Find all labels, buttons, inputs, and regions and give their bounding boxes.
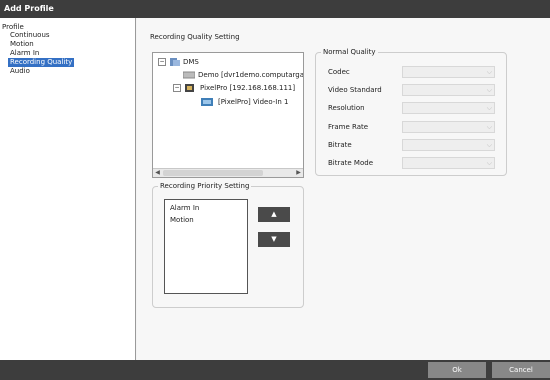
nav-item-audio[interactable]: Audio	[8, 67, 32, 76]
chevron-down-icon: ⌵	[486, 159, 492, 167]
collapse-icon[interactable]: −	[173, 84, 181, 92]
video-standard-label: Video Standard	[328, 86, 382, 94]
tree-label-channel: [PixelPro] Video-In 1	[218, 98, 289, 106]
dvr-icon	[183, 71, 195, 79]
ok-button[interactable]: Ok	[428, 362, 486, 378]
nav-item-continuous[interactable]: Continuous	[8, 31, 52, 40]
tree-label-pixelpro: PixelPro [192.168.168.111]	[200, 84, 296, 92]
chevron-down-icon: ⌵	[486, 86, 492, 94]
window-title: Add Profile	[0, 0, 550, 18]
frame-rate-label: Frame Rate	[328, 123, 369, 131]
camera-device-icon	[185, 84, 194, 92]
bitrate-select[interactable]: ⌵	[402, 139, 495, 151]
tree-node-demo[interactable]: Demo [dvr1demo.computarganz.con	[183, 71, 304, 79]
tree-node-dms[interactable]: − DMS	[158, 57, 199, 67]
bitrate-mode-label: Bitrate Mode	[328, 159, 374, 167]
chevron-down-icon: ⌵	[486, 123, 492, 131]
recording-quality-title: Recording Quality Setting	[150, 33, 240, 41]
nav-root-profile[interactable]: Profile	[2, 23, 24, 31]
recording-priority-title: Recording Priority Setting	[158, 182, 252, 190]
bitrate-mode-select[interactable]: ⌵	[402, 157, 495, 169]
profile-nav-panel: Profile Continuous Motion Alarm In Recor…	[0, 18, 136, 360]
tree-node-channel[interactable]: [PixelPro] Video-In 1	[201, 97, 288, 107]
collapse-icon[interactable]: −	[158, 58, 166, 66]
cancel-button[interactable]: Cancel	[492, 362, 550, 378]
priority-list[interactable]: Alarm In Motion	[164, 199, 248, 294]
resolution-label: Resolution	[328, 104, 365, 112]
chevron-down-icon: ⌵	[486, 141, 492, 149]
scroll-left-icon[interactable]: ◀	[153, 169, 162, 177]
codec-label: Codec	[328, 68, 350, 76]
scroll-thumb[interactable]	[163, 170, 263, 176]
move-up-button[interactable]: ▲	[258, 207, 290, 222]
chevron-down-icon: ⌵	[486, 104, 492, 112]
codec-select[interactable]: ⌵	[402, 66, 495, 78]
horizontal-scrollbar[interactable]: ◀ ▶	[153, 168, 303, 177]
device-tree[interactable]: − DMS Demo [dvr1demo.computarganz.con − …	[152, 52, 304, 178]
resolution-select[interactable]: ⌵	[402, 102, 495, 114]
chevron-down-icon: ⌵	[486, 68, 492, 76]
bitrate-label: Bitrate	[328, 141, 352, 149]
priority-item-motion[interactable]: Motion	[170, 216, 194, 224]
nav-item-recording-quality[interactable]: Recording Quality	[8, 58, 75, 67]
video-channel-icon	[201, 98, 213, 106]
nav-item-motion[interactable]: Motion	[8, 40, 36, 49]
scroll-right-icon[interactable]: ▶	[294, 169, 303, 177]
tree-label-demo: Demo [dvr1demo.computarganz.con	[198, 71, 304, 79]
normal-quality-title: Normal Quality	[321, 48, 378, 56]
priority-item-alarm-in[interactable]: Alarm In	[170, 204, 199, 212]
video-standard-select[interactable]: ⌵	[402, 84, 495, 96]
tree-label-dms: DMS	[183, 58, 199, 66]
server-icon	[170, 58, 180, 66]
frame-rate-select[interactable]: ⌵	[402, 121, 495, 133]
move-down-button[interactable]: ▼	[258, 232, 290, 247]
nav-item-alarm-in[interactable]: Alarm In	[8, 49, 41, 58]
tree-node-pixelpro[interactable]: − PixelPro [192.168.168.111]	[173, 83, 295, 93]
